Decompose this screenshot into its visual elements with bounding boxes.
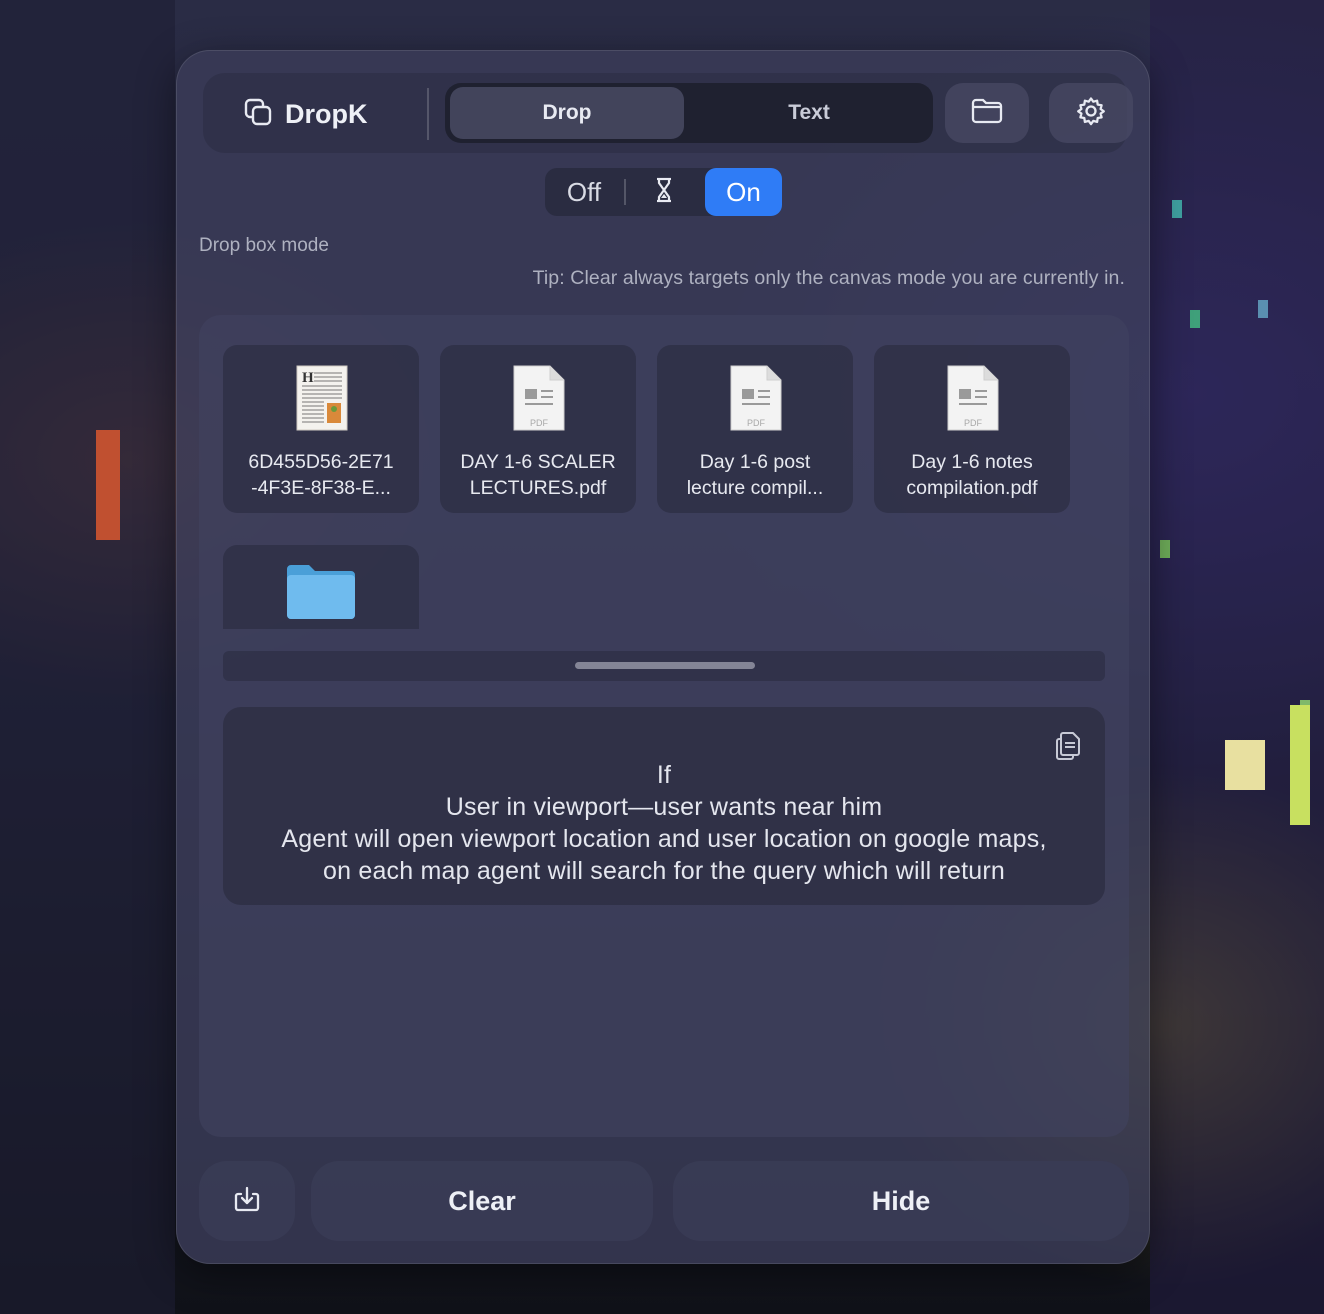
header-bar: DropK Drop Text (203, 73, 1133, 153)
file-name: Day 1-6 post lecture compil... (661, 449, 849, 501)
drop-mode-toggle: Off On (545, 168, 782, 216)
download-tray-icon (233, 1185, 261, 1218)
snippet-line: If (656, 761, 672, 789)
snippet-line: on each map agent will search for the qu… (323, 857, 1005, 885)
pdf-badge: PDF (964, 418, 983, 428)
duplicate-squares-icon (243, 97, 273, 132)
file-name-line: DAY 1-6 SCALER (460, 451, 616, 473)
toggle-on[interactable]: On (705, 168, 782, 216)
folder-icon (971, 98, 1003, 129)
background-window (1290, 705, 1310, 825)
file-item[interactable]: PDF DAY 1-6 SCALER LECTURES.pdf (440, 345, 636, 513)
file-name-line: Day 1-6 notes (911, 451, 1033, 473)
mode-tabs: Drop Text (445, 83, 933, 143)
tab-text[interactable]: Text (692, 87, 926, 139)
pdf-file-icon: PDF (947, 365, 999, 436)
svg-text:H: H (302, 370, 314, 386)
scrollbar-thumb[interactable] (575, 662, 755, 669)
pdf-file-icon: PDF (730, 365, 782, 436)
toggle-off[interactable]: Off (545, 168, 623, 216)
file-item[interactable]: H 6D455D56-2E71 -4F3E-8F38-E... (223, 345, 419, 513)
background-window (1225, 740, 1265, 790)
gear-icon (1076, 96, 1106, 131)
file-name-line: lecture compil... (686, 477, 824, 499)
pdf-badge: PDF (530, 418, 549, 428)
folder-icon (285, 561, 357, 624)
file-name: 6D455D56-2E71 -4F3E-8F38-E... (227, 449, 415, 501)
settings-button[interactable] (1049, 83, 1133, 143)
clear-button[interactable]: Clear (311, 1161, 653, 1241)
mode-label: Drop box mode (199, 235, 329, 256)
background-window (96, 430, 120, 540)
header-divider (427, 88, 429, 140)
snippet-line: User in viewport—user wants near him (445, 793, 883, 821)
hide-button[interactable]: Hide (673, 1161, 1129, 1241)
file-name: DAY 1-6 SCALER LECTURES.pdf (444, 449, 632, 501)
snippet-line: Agent will open viewport location and us… (281, 825, 1047, 853)
pdf-badge: PDF (747, 418, 766, 428)
app-name: DropK (285, 99, 368, 129)
brand: DropK (243, 97, 368, 132)
pdf-file-icon: PDF (513, 365, 565, 436)
snippet-text: If User in viewport—user wants near him … (233, 759, 1095, 887)
background-building-right (1150, 0, 1324, 1314)
dropk-window: DropK Drop Text Off On Drop box mode Tip… (176, 50, 1150, 1264)
background-window (1160, 540, 1170, 558)
file-name-line: Day 1-6 post (699, 451, 811, 473)
toggle-timer[interactable] (627, 168, 701, 216)
file-name-line: LECTURES.pdf (469, 477, 607, 499)
hourglass-icon (655, 177, 673, 208)
background-window (1190, 310, 1200, 328)
file-name-line: compilation.pdf (906, 477, 1038, 499)
file-item[interactable]: PDF Day 1-6 post lecture compil... (657, 345, 853, 513)
save-button[interactable] (199, 1161, 295, 1241)
tip-text: Tip: Clear always targets only the canva… (532, 267, 1125, 289)
open-folder-button[interactable] (945, 83, 1029, 143)
file-name-line: -4F3E-8F38-E... (251, 477, 391, 499)
background-window (1258, 300, 1268, 318)
file-name-line: 6D455D56-2E71 (248, 451, 394, 473)
file-name: Day 1-6 notes compilation.pdf (878, 449, 1066, 501)
file-item[interactable]: PDF Day 1-6 notes compilation.pdf (874, 345, 1070, 513)
tab-drop[interactable]: Drop (450, 87, 684, 139)
document-thumbnail-icon: H (296, 365, 348, 436)
drop-canvas[interactable]: H 6D455D56-2E71 -4F3E-8F38-E... PDF DAY … (199, 315, 1129, 1137)
footer-bar: Clear Hide (199, 1161, 1129, 1241)
horizontal-scrollbar[interactable] (223, 651, 1105, 681)
background-window (1172, 200, 1182, 218)
text-snippet-card[interactable]: If User in viewport—user wants near him … (223, 707, 1105, 905)
toggle-separator (624, 179, 626, 205)
folder-item[interactable] (223, 545, 419, 629)
background-building-left (0, 0, 175, 1314)
